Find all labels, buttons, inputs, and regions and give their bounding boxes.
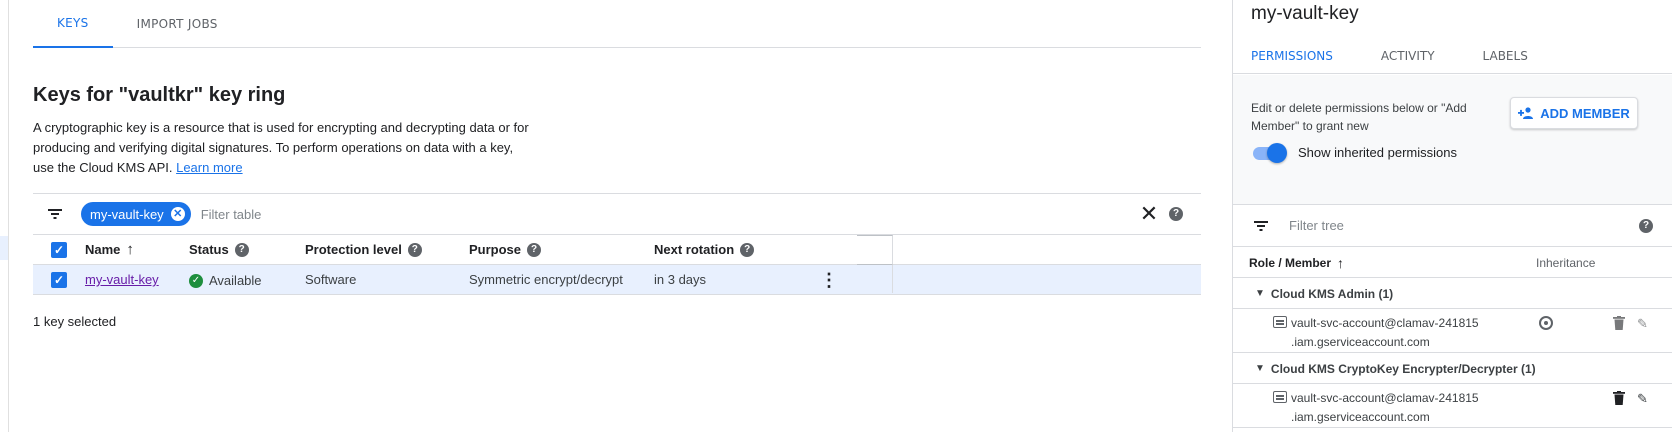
purpose-help-icon[interactable]: ? [527,242,542,257]
panel-title: my-vault-key [1251,3,1359,24]
filter-table-input[interactable] [200,206,701,222]
page-description: A cryptographic key is a resource that i… [33,118,533,178]
role-member-header[interactable]: Role / Member ↑ [1249,255,1344,271]
row-more-vert-icon[interactable]: ⋮ [820,271,838,289]
table-row[interactable]: ✓ my-vault-key ✓ Available Software Symm… [33,265,1201,295]
role-group-row[interactable]: ▼ Cloud KMS CryptoKey Encrypter/Decrypte… [1233,354,1672,384]
selection-count: 1 key selected [33,314,117,329]
tab-keys[interactable]: KEYS [33,0,113,48]
member-row: vault-svc-account@clamav-241815 .iam.gse… [1233,385,1672,428]
col-protection-header: Protection level ? [305,242,469,257]
filter-icon [33,208,77,220]
filter-help-icon[interactable]: ? [1169,207,1183,221]
protection-help-icon[interactable]: ? [407,242,422,257]
permissions-header-section: Edit or delete permissions below or "Add… [1233,75,1672,205]
member-row: vault-svc-account@clamav-241815 .iam.gse… [1233,310,1672,353]
status-help-icon[interactable]: ? [234,242,249,257]
service-account-icon [1273,391,1287,403]
protection-cell: Software [305,272,357,287]
col-rotation-label: Next rotation [654,242,735,257]
tab-permissions[interactable]: PERMISSIONS [1233,38,1357,73]
key-ring-tabs: KEYS IMPORT JOBS [33,0,1201,48]
filter-tree-input[interactable] [1289,218,1589,233]
column-resize-handle[interactable] [857,235,893,264]
clear-filter-close-icon[interactable]: ✕ [1129,201,1169,227]
col-rotation-header: Next rotation ? [654,242,814,257]
expand-caret-icon[interactable]: ▼ [1255,363,1265,374]
panel-tabs: PERMISSIONS ACTIVITY LABELS [1233,38,1672,74]
delete-icon[interactable] [1613,391,1625,405]
expand-caret-icon[interactable]: ▼ [1255,288,1265,299]
tab-activity[interactable]: ACTIVITY [1357,38,1459,73]
edit-pencil-icon[interactable]: ✎ [1637,316,1648,332]
person-add-icon [1518,107,1534,119]
col-status-label: Status [189,242,229,257]
member-email-line2: .iam.gserviceaccount.com [1291,335,1430,349]
info-panel: my-vault-key PERMISSIONS ACTIVITY LABELS… [1232,0,1672,432]
col-status-header: Status ? [189,242,305,257]
member-email-line1: vault-svc-account@clamav-241815 [1291,316,1479,330]
add-member-button[interactable]: ADD MEMBER [1510,97,1638,129]
toggle-label: Show inherited permissions [1298,145,1457,160]
tab-import-jobs[interactable]: IMPORT JOBS [113,0,242,48]
row-tail-cell [857,264,893,293]
member-email-line2: .iam.gserviceaccount.com [1291,410,1430,424]
tree-help-icon[interactable]: ? [1639,218,1653,233]
select-all-checkbox[interactable]: ✓ [51,241,67,258]
col-protection-label: Protection level [305,242,402,257]
toggle-knob [1267,143,1287,163]
tree-filter-icon [1233,220,1289,232]
description-text: A cryptographic key is a resource that i… [33,120,529,175]
rotation-help-icon[interactable]: ? [740,242,755,257]
filter-chip-label: my-vault-key [90,206,164,222]
check-circle-icon: ✓ [189,273,203,288]
status-cell: ✓ Available [189,273,262,288]
role-group-label: Cloud KMS CryptoKey Encrypter/Decrypter … [1270,361,1536,376]
service-account-icon [1273,316,1287,328]
sort-ascending-icon: ↑ [126,241,134,258]
key-name-link[interactable]: my-vault-key [85,272,159,287]
tree-filter-bar: ? [1233,205,1672,247]
row-checkbox[interactable]: ✓ [51,271,67,288]
permissions-description: Edit or delete permissions below or "Add… [1251,101,1467,133]
tree-header-row: Role / Member ↑ Inheritance [1233,248,1672,278]
chip-remove-icon[interactable]: ✕ [170,207,185,221]
table-filter-bar: my-vault-key ✕ ✕ ? [33,193,1201,235]
col-name-label: Name [85,242,121,257]
role-member-label: Role / Member [1249,255,1332,270]
inherited-icon[interactable] [1539,316,1553,330]
col-purpose-label: Purpose [469,242,522,257]
col-name-header[interactable]: Name ↑ [85,241,189,258]
add-member-label: ADD MEMBER [1540,105,1630,121]
table-header-row: ✓ Name ↑ Status ? Protection level ? Pur… [33,235,1201,265]
filter-chip[interactable]: my-vault-key ✕ [81,202,191,226]
keys-table: ✓ Name ↑ Status ? Protection level ? Pur… [33,235,1201,295]
delete-icon[interactable] [1613,316,1625,330]
role-group-row[interactable]: ▼ Cloud KMS Admin (1) [1233,279,1672,309]
status-value: Available [209,273,262,288]
rotation-cell: in 3 days [654,272,707,287]
inherited-permissions-toggle[interactable] [1251,143,1287,163]
col-purpose-header: Purpose ? [469,242,654,257]
edit-pencil-icon[interactable]: ✎ [1637,391,1648,407]
left-nav-gutter [0,0,9,432]
nav-selection-marker [0,236,8,260]
purpose-cell: Symmetric encrypt/decrypt [469,272,623,287]
tab-labels[interactable]: LABELS [1459,38,1552,73]
inheritance-header: Inheritance [1536,255,1596,270]
role-group-label: Cloud KMS Admin (1) [1270,286,1394,301]
member-email-line1: vault-svc-account@clamav-241815 [1291,391,1479,405]
sort-ascending-icon: ↑ [1337,254,1345,271]
kms-console: KEYS IMPORT JOBS Keys for "vaultkr" key … [0,0,1672,432]
page-title: Keys for "vaultkr" key ring [33,84,286,106]
learn-more-link[interactable]: Learn more [176,160,242,175]
